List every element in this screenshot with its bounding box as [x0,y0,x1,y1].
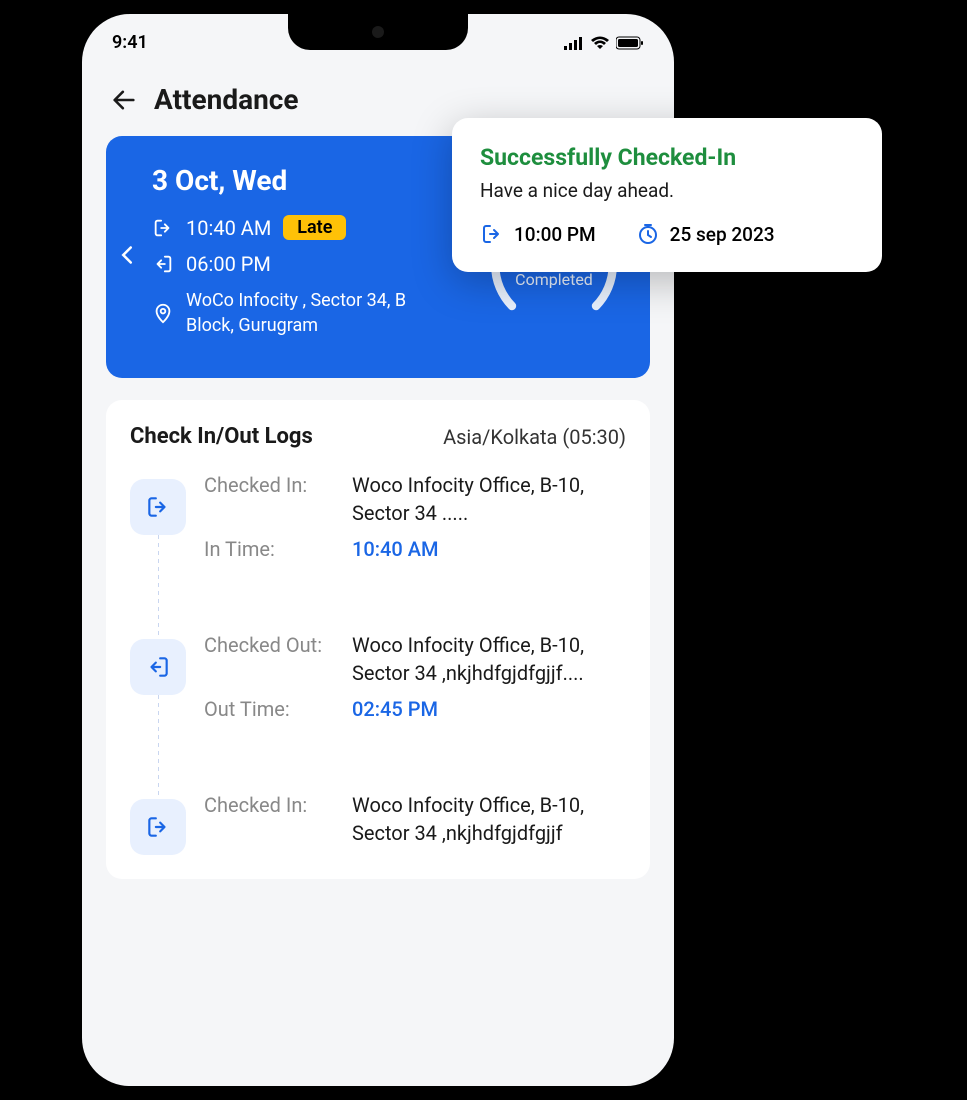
clock-icon [636,222,660,246]
checkin-toast: Successfully Checked-In Have a nice day … [452,118,882,272]
log-checkout-icon [130,639,186,695]
toast-time-value: 10:00 PM [514,223,596,246]
log-label: In Time: [204,535,344,563]
toast-title: Successfully Checked-In [480,144,854,171]
status-time: 9:41 [112,32,148,53]
location-text: WoCo Infocity , Sector 34, B Block, Guru… [186,288,446,338]
log-item: Checked Out:Woco Infocity Office, B-10, … [130,631,626,731]
toast-date-value: 25 sep 2023 [670,223,775,246]
battery-icon [616,36,644,50]
checkin-time: 10:40 AM [186,216,271,240]
location-row: WoCo Infocity , Sector 34, B Block, Guru… [152,288,484,338]
log-location: Woco Infocity Office, B-10, Sector 34 ,n… [352,791,626,847]
logs-title: Check In/Out Logs [130,424,313,449]
logs-header: Check In/Out Logs Asia/Kolkata (05:30) [130,424,626,449]
cellular-signal-icon [564,36,584,50]
log-item: Checked In:Woco Infocity Office, B-10, S… [130,791,626,855]
log-location: Woco Infocity Office, B-10, Sector 34 ,n… [352,631,626,687]
log-time: 10:40 AM [352,535,438,563]
log-label: Out Time: [204,695,344,723]
log-time: 02:45 PM [352,695,438,723]
page-title: Attendance [154,83,299,116]
late-badge: Late [283,215,346,240]
toast-row: 10:00 PM 25 sep 2023 [480,222,854,246]
log-checkin-icon [130,799,186,855]
back-arrow-icon[interactable] [110,86,138,114]
log-label: Checked Out: [204,631,344,687]
location-pin-icon [152,302,174,324]
log-body: Checked In:Woco Infocity Office, B-10, S… [204,791,626,855]
checkin-icon [480,222,504,246]
prev-day-button[interactable] [120,245,134,269]
log-body: Checked Out:Woco Infocity Office, B-10, … [204,631,626,731]
logs-card: Check In/Out Logs Asia/Kolkata (05:30) C… [106,400,650,879]
phone-notch [288,14,468,50]
log-location: Woco Infocity Office, B-10, Sector 34 ..… [352,471,626,527]
summary-date: 3 Oct, Wed [152,164,484,197]
hours-label-2: Completed [515,270,593,289]
checkin-row: 10:40 AM Late [152,215,484,240]
log-checkin-icon [130,479,186,535]
log-label: Checked In: [204,791,344,847]
checkout-icon [152,253,174,275]
checkin-icon [152,217,174,239]
checkout-time: 06:00 PM [186,252,271,276]
checkout-row: 06:00 PM [152,252,484,276]
log-body: Checked In:Woco Infocity Office, B-10, S… [204,471,626,571]
toast-time: 10:00 PM [480,222,596,246]
summary-left: 3 Oct, Wed 10:40 AM Late 06:00 PM [152,164,484,350]
status-right [564,36,644,50]
log-label: Checked In: [204,471,344,527]
timezone-label: Asia/Kolkata (05:30) [443,425,626,449]
toast-date: 25 sep 2023 [636,222,775,246]
log-item: Checked In:Woco Infocity Office, B-10, S… [130,471,626,571]
wifi-icon [590,36,610,50]
toast-subtitle: Have a nice day ahead. [480,179,854,202]
